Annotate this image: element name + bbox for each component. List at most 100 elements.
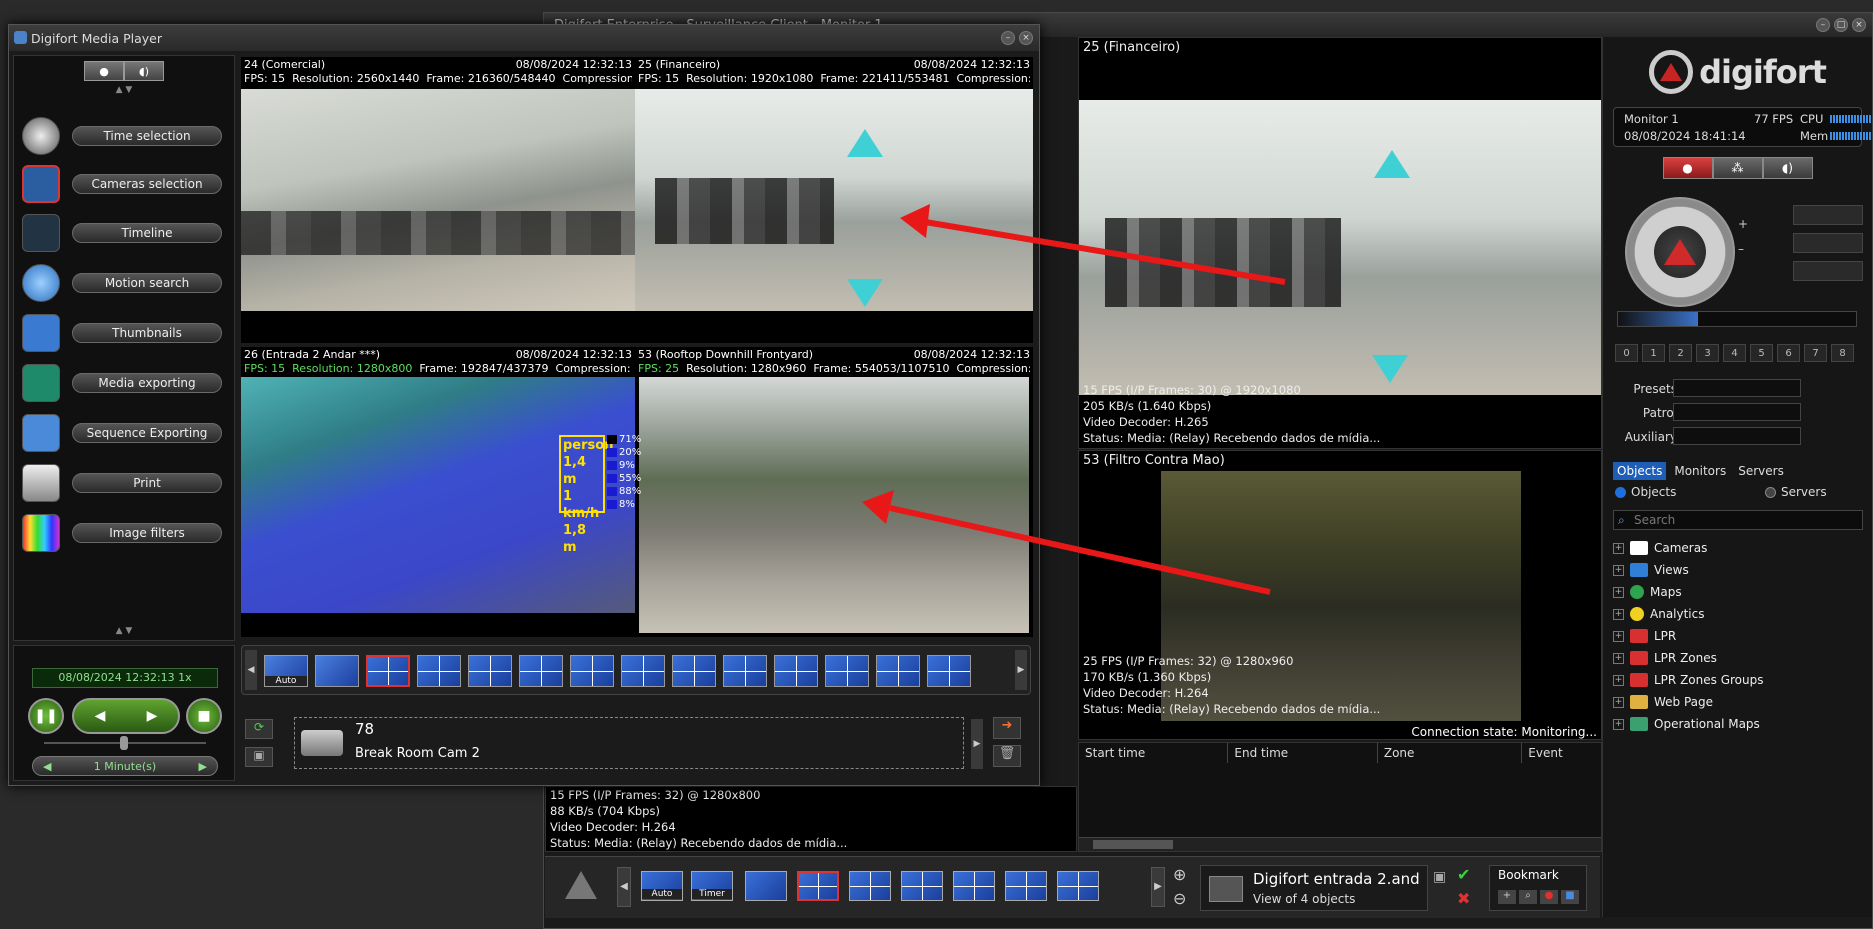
strip-layout-7[interactable] — [621, 655, 665, 687]
sidebar-user-tab[interactable]: ● — [84, 61, 124, 81]
expand-icon[interactable]: + — [1613, 542, 1624, 554]
triangle-menu-icon[interactable] — [565, 871, 597, 899]
camera-video[interactable] — [241, 89, 635, 311]
menu-media-exporting[interactable]: Media exporting — [22, 361, 232, 405]
camera-pane-lower-left[interactable]: 15 FPS (I/P Frames: 32) @ 1280x800 88 KB… — [545, 786, 1077, 852]
tree-item-maps[interactable]: + Maps — [1613, 581, 1863, 603]
snapshot-icon[interactable]: ▣ — [245, 747, 273, 767]
interval-prev-icon[interactable]: ◀ — [43, 760, 51, 773]
events-table[interactable]: Start time End time Zone Event — [1078, 742, 1602, 852]
layout-4-button[interactable] — [901, 871, 943, 901]
menu-thumbnails-button[interactable]: Thumbnails — [72, 323, 222, 343]
tree-item-lpr-zones-groups[interactable]: + LPR Zones Groups — [1613, 669, 1863, 691]
sidebar-scroll-up-icon[interactable]: ▲ ▼ — [14, 85, 234, 95]
tab-servers[interactable]: Servers — [1734, 462, 1788, 480]
column-event[interactable]: Event — [1522, 743, 1601, 763]
sidebar-scroll-down-icon[interactable]: ▲ ▼ — [14, 626, 234, 636]
expand-icon[interactable]: + — [1613, 696, 1624, 708]
player-camera-rooftop[interactable]: 53 (Rooftop Downhill Frontyard) 08/08/202… — [635, 347, 1033, 637]
export-arrow-icon[interactable]: ➜ — [993, 717, 1021, 739]
stop-button[interactable]: ■ — [186, 698, 222, 734]
bookmark-record-icon[interactable]: ● — [1540, 890, 1558, 904]
menu-image-filters-button[interactable]: Image filters — [72, 523, 222, 543]
camera-video[interactable] — [639, 377, 1029, 633]
expand-icon[interactable]: + — [1613, 652, 1624, 664]
tree-item-analytics[interactable]: + Analytics — [1613, 603, 1863, 625]
current-view-box[interactable]: Digifort entrada 2.and View of 4 objects — [1200, 865, 1428, 911]
menu-timeline-button[interactable]: Timeline — [72, 223, 222, 243]
camera-video[interactable] — [635, 89, 1033, 311]
refresh-icon[interactable]: ⟳ — [245, 719, 273, 739]
player-camera-financeiro[interactable]: 25 (Financeiro) 08/08/2024 12:32:13 FPS: … — [635, 57, 1033, 343]
strip-scroll-left[interactable]: ◀ — [245, 650, 257, 690]
auxiliary-select[interactable] — [1673, 427, 1801, 445]
menu-time-selection-button[interactable]: Time selection — [72, 126, 222, 146]
tree-item-operational-maps[interactable]: + Operational Maps — [1613, 713, 1863, 735]
layout-1x1-button[interactable] — [745, 871, 787, 901]
expand-icon[interactable]: + — [1613, 608, 1624, 620]
ptz-group-button[interactable]: ⁂ — [1712, 157, 1763, 179]
interval-selector[interactable]: ◀ 1 Minute(s) ▶ — [32, 756, 218, 776]
layouts-scroll-right[interactable]: ▶ — [1151, 867, 1165, 907]
remove-view-icon[interactable]: ⊖ — [1173, 889, 1186, 908]
speed-slider[interactable] — [44, 736, 206, 750]
sidebar-audio-tab[interactable]: ◖) — [124, 61, 164, 81]
column-end-time[interactable]: End time — [1228, 743, 1378, 763]
preset-number-button[interactable]: 7 — [1804, 344, 1827, 362]
expand-icon[interactable]: + — [1613, 630, 1624, 642]
menu-print[interactable]: Print — [22, 461, 232, 505]
preset-number-button[interactable]: 0 — [1615, 344, 1638, 362]
radio-servers[interactable] — [1765, 487, 1776, 498]
iris-control[interactable] — [1793, 233, 1863, 253]
menu-image-filters[interactable]: Image filters — [22, 511, 232, 555]
menu-cameras-selection-button[interactable]: Cameras selection — [72, 174, 222, 194]
camera-bar-scroll[interactable]: ▶ — [971, 719, 983, 769]
object-search-input[interactable]: ⌕ Search — [1613, 510, 1863, 530]
camera-pane-financeiro[interactable]: 25 (Financeiro) 15 FPS (I/P Frames: 30) … — [1078, 37, 1602, 449]
ptz-joystick[interactable] — [1625, 197, 1735, 307]
expand-icon[interactable]: + — [1613, 718, 1624, 730]
strip-layout-auto[interactable]: Auto — [264, 655, 308, 687]
strip-scroll-right[interactable]: ▶ — [1015, 650, 1027, 690]
strip-layout-13[interactable] — [927, 655, 971, 687]
bookmark-stop-icon[interactable]: ■ — [1561, 890, 1579, 904]
tab-monitors[interactable]: Monitors — [1670, 462, 1730, 480]
layout-2x2-button[interactable] — [797, 871, 839, 901]
strip-layout-9[interactable] — [723, 655, 767, 687]
interval-next-icon[interactable]: ▶ — [199, 760, 207, 773]
selected-camera-bar[interactable]: 78 Break Room Cam 2 — [294, 717, 964, 769]
menu-motion-search-button[interactable]: Motion search — [72, 273, 222, 293]
menu-media-exporting-button[interactable]: Media exporting — [72, 373, 222, 393]
close-x-icon[interactable]: ✖ — [1457, 889, 1470, 908]
bookmark-add-icon[interactable]: + — [1498, 890, 1516, 904]
preset-number-button[interactable]: 6 — [1777, 344, 1800, 362]
strip-layout-5[interactable] — [519, 655, 563, 687]
camera-video[interactable] — [1079, 100, 1601, 395]
radio-objects[interactable] — [1615, 487, 1626, 498]
column-zone[interactable]: Zone — [1378, 743, 1523, 763]
home-control[interactable] — [1793, 261, 1863, 281]
menu-motion-search[interactable]: Motion search — [22, 261, 232, 305]
menu-print-button[interactable]: Print — [72, 473, 222, 493]
preset-number-button[interactable]: 4 — [1723, 344, 1746, 362]
bookmark-box[interactable]: Bookmark + ⌕ ● ■ — [1489, 865, 1587, 911]
layout-6-button[interactable] — [1005, 871, 1047, 901]
preset-number-button[interactable]: 1 — [1642, 344, 1665, 362]
tree-item-cameras[interactable]: + Cameras — [1613, 537, 1863, 559]
preset-number-button[interactable]: 8 — [1831, 344, 1854, 362]
focus-control[interactable] — [1793, 205, 1863, 225]
zoom-plus-icon[interactable]: + — [1738, 217, 1748, 231]
pause-button[interactable]: ❚❚ — [28, 698, 64, 734]
strip-layout-12[interactable] — [876, 655, 920, 687]
tree-item-lpr-zones[interactable]: + LPR Zones — [1613, 647, 1863, 669]
menu-timeline[interactable]: Timeline — [22, 211, 232, 255]
expand-icon[interactable]: + — [1613, 564, 1624, 576]
monitor-icon[interactable]: ▣ — [1433, 869, 1446, 885]
layout-auto-button[interactable]: Auto — [641, 871, 683, 901]
menu-sequence-exporting-button[interactable]: Sequence Exporting — [72, 423, 222, 443]
camera-pane-filtro[interactable]: 53 (Filtro Contra Mao) 25 FPS (I/P Frame… — [1078, 450, 1602, 740]
layout-5-button[interactable] — [953, 871, 995, 901]
tree-item-web-page[interactable]: + Web Page — [1613, 691, 1863, 713]
menu-time-selection[interactable]: Time selection — [22, 114, 232, 158]
strip-layout-4[interactable] — [468, 655, 512, 687]
